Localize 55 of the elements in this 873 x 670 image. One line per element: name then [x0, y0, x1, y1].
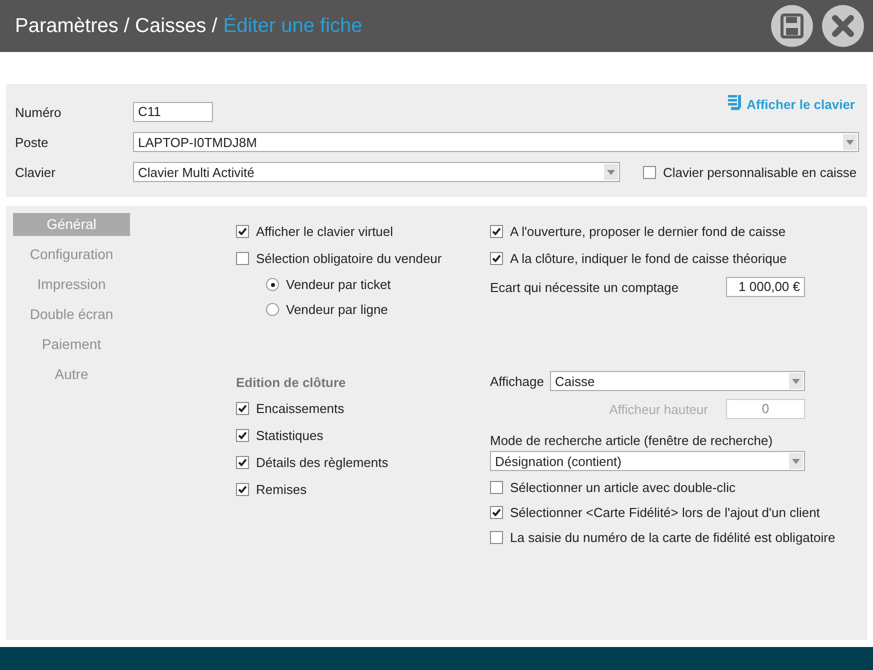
save-button[interactable] [771, 5, 813, 47]
field-label: Numéro [15, 104, 62, 120]
checkbox[interactable] [236, 456, 249, 469]
field-label: Ecart qui nécessite un comptage [490, 280, 680, 294]
checkbox[interactable] [490, 506, 503, 519]
page-title: Éditer une fiche [223, 14, 362, 38]
checkbox-label: Encaissements [256, 401, 344, 416]
field-label: Affichage [490, 374, 544, 388]
checkbox-label: A l'ouverture, proposer le dernier fond de caisse [510, 224, 786, 239]
field-label: Afficheur hauteur [608, 402, 709, 416]
radio-label: Vendeur par ligne [286, 302, 388, 317]
dropdown-field[interactable]: LAPTOP-I0TMDJ8M [133, 132, 859, 152]
section-heading: Edition de clôture [236, 375, 347, 390]
checkbox[interactable] [236, 483, 249, 496]
input-field: 0 [726, 399, 805, 419]
checkbox-label: Détails des règlements [256, 455, 388, 470]
radio-button[interactable] [266, 278, 279, 291]
input-field[interactable]: 1 000,00 € [726, 277, 805, 297]
checkbox-label: Statistiques [256, 428, 324, 443]
checkbox-label: Sélectionner <Carte Fidélité> lors de l'ajout d'un client [510, 505, 820, 520]
checkbox[interactable] [490, 252, 503, 265]
field-label: Mode de recherche article (fenêtre de recherche) [490, 433, 774, 448]
sidebar-tab[interactable]: Double écran [13, 303, 130, 326]
checkbox[interactable] [490, 481, 503, 494]
checkbox-label: Sélectionner un article avec double-clic [510, 480, 736, 495]
sidebar-tab[interactable]: Paiement [13, 333, 130, 356]
radio-button[interactable] [266, 303, 279, 316]
input-field[interactable]: C11 [133, 102, 213, 122]
checkbox-label: Sélection obligatoire du vendeur [256, 251, 442, 266]
show-keyboard-link[interactable]: Afficher le clavier [728, 95, 855, 113]
checkbox[interactable] [643, 166, 656, 178]
checkbox[interactable] [236, 225, 249, 238]
dropdown-field[interactable]: Clavier Multi Activité [133, 162, 620, 182]
breadcrumb-path: Paramètres / Caisses / [15, 14, 218, 38]
dropdown-field[interactable]: Caisse [550, 371, 805, 391]
checkbox-label: Afficher le clavier virtuel [256, 224, 394, 239]
sidebar-tab[interactable]: Configuration [13, 243, 130, 266]
checkbox[interactable] [236, 402, 249, 415]
checkbox-label: La saisie du numéro de la carte de fidélité est obligatoire [510, 530, 836, 545]
sidebar-tab[interactable]: Autre [13, 363, 130, 386]
checkbox[interactable] [490, 225, 503, 238]
sidebar-tab[interactable]: Impression [13, 273, 130, 296]
dropdown-field[interactable]: Désignation (contient) [490, 451, 805, 471]
keyboard-icon [728, 95, 742, 113]
checkbox[interactable] [236, 429, 249, 442]
close-button[interactable] [822, 5, 864, 47]
radio-label: Vendeur par ticket [286, 277, 391, 292]
field-label: Clavier [15, 164, 56, 180]
checkbox[interactable] [236, 252, 249, 265]
checkbox-label: Remises [256, 482, 307, 497]
checkbox-label: Clavier personnalisable en caisse [663, 164, 857, 180]
checkbox[interactable] [490, 531, 503, 544]
checkbox-label: A la clôture, indiquer le fond de caisse théorique [510, 251, 787, 266]
sidebar-tab[interactable]: Général [13, 213, 130, 236]
field-label: Poste [15, 134, 50, 150]
